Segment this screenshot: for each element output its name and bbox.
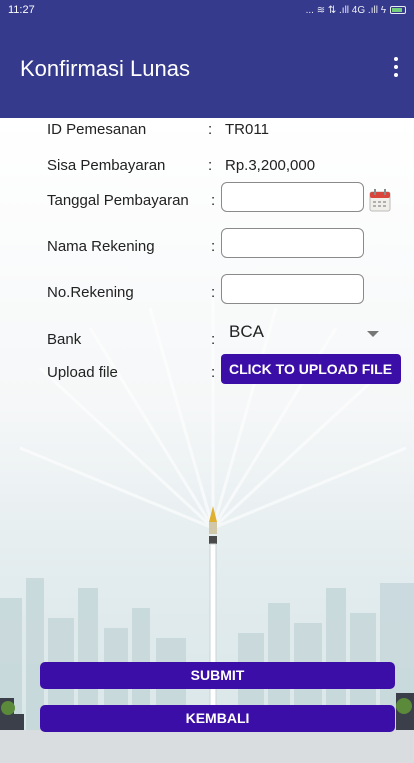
sisa-pembayaran-label: Sisa Pembayaran: [47, 157, 166, 174]
nama-rekening-field[interactable]: [221, 228, 364, 258]
tanggal-colon: :: [211, 192, 216, 209]
bank-label: Bank: [47, 331, 82, 348]
norek-colon: :: [211, 284, 216, 301]
no-rekening-label: No.Rekening: [47, 284, 134, 301]
status-time: 11:27: [8, 4, 35, 16]
bank-colon: :: [211, 331, 216, 348]
form-content: ID Pemesanan : TR011 Sisa Pembayaran : R…: [0, 118, 414, 763]
nama-rekening-label: Nama Rekening: [47, 238, 155, 255]
sisa-colon: :: [208, 157, 213, 174]
nama-colon: :: [211, 238, 216, 255]
submit-button[interactable]: SUBMIT: [40, 662, 395, 689]
upload-file-button[interactable]: CLICK TO UPLOAD FILE: [221, 354, 401, 384]
tanggal-pembayaran-field[interactable]: [221, 182, 364, 212]
app-bar: Konfirmasi Lunas: [0, 20, 414, 118]
id-colon: :: [208, 121, 213, 138]
overflow-menu-icon[interactable]: [384, 50, 408, 84]
dropdown-arrow-icon[interactable]: [367, 331, 379, 337]
upload-colon: :: [211, 364, 216, 381]
calendar-icon[interactable]: [369, 188, 391, 212]
kembali-button[interactable]: KEMBALI: [40, 705, 395, 732]
sisa-pembayaran-value: Rp.3,200,000: [225, 157, 316, 174]
status-icons: ... ≋ ⇅ .ıll 4G .ıll ϟ: [306, 5, 406, 16]
no-rekening-field[interactable]: [221, 274, 364, 304]
status-bar: 11:27 ... ≋ ⇅ .ıll 4G .ıll ϟ: [0, 0, 414, 20]
upload-file-label: Upload file: [47, 364, 118, 381]
id-pemesanan-label: ID Pemesanan: [47, 121, 147, 138]
id-pemesanan-value: TR011: [225, 121, 269, 138]
bank-dropdown[interactable]: BCA: [229, 322, 264, 342]
tanggal-pembayaran-label: Tanggal Pembayaran: [47, 192, 189, 209]
page-title: Konfirmasi Lunas: [20, 56, 190, 81]
status-indicators: ... ≋ ⇅ .ıll 4G .ıll ϟ: [305, 4, 386, 16]
battery-icon: [390, 6, 406, 14]
